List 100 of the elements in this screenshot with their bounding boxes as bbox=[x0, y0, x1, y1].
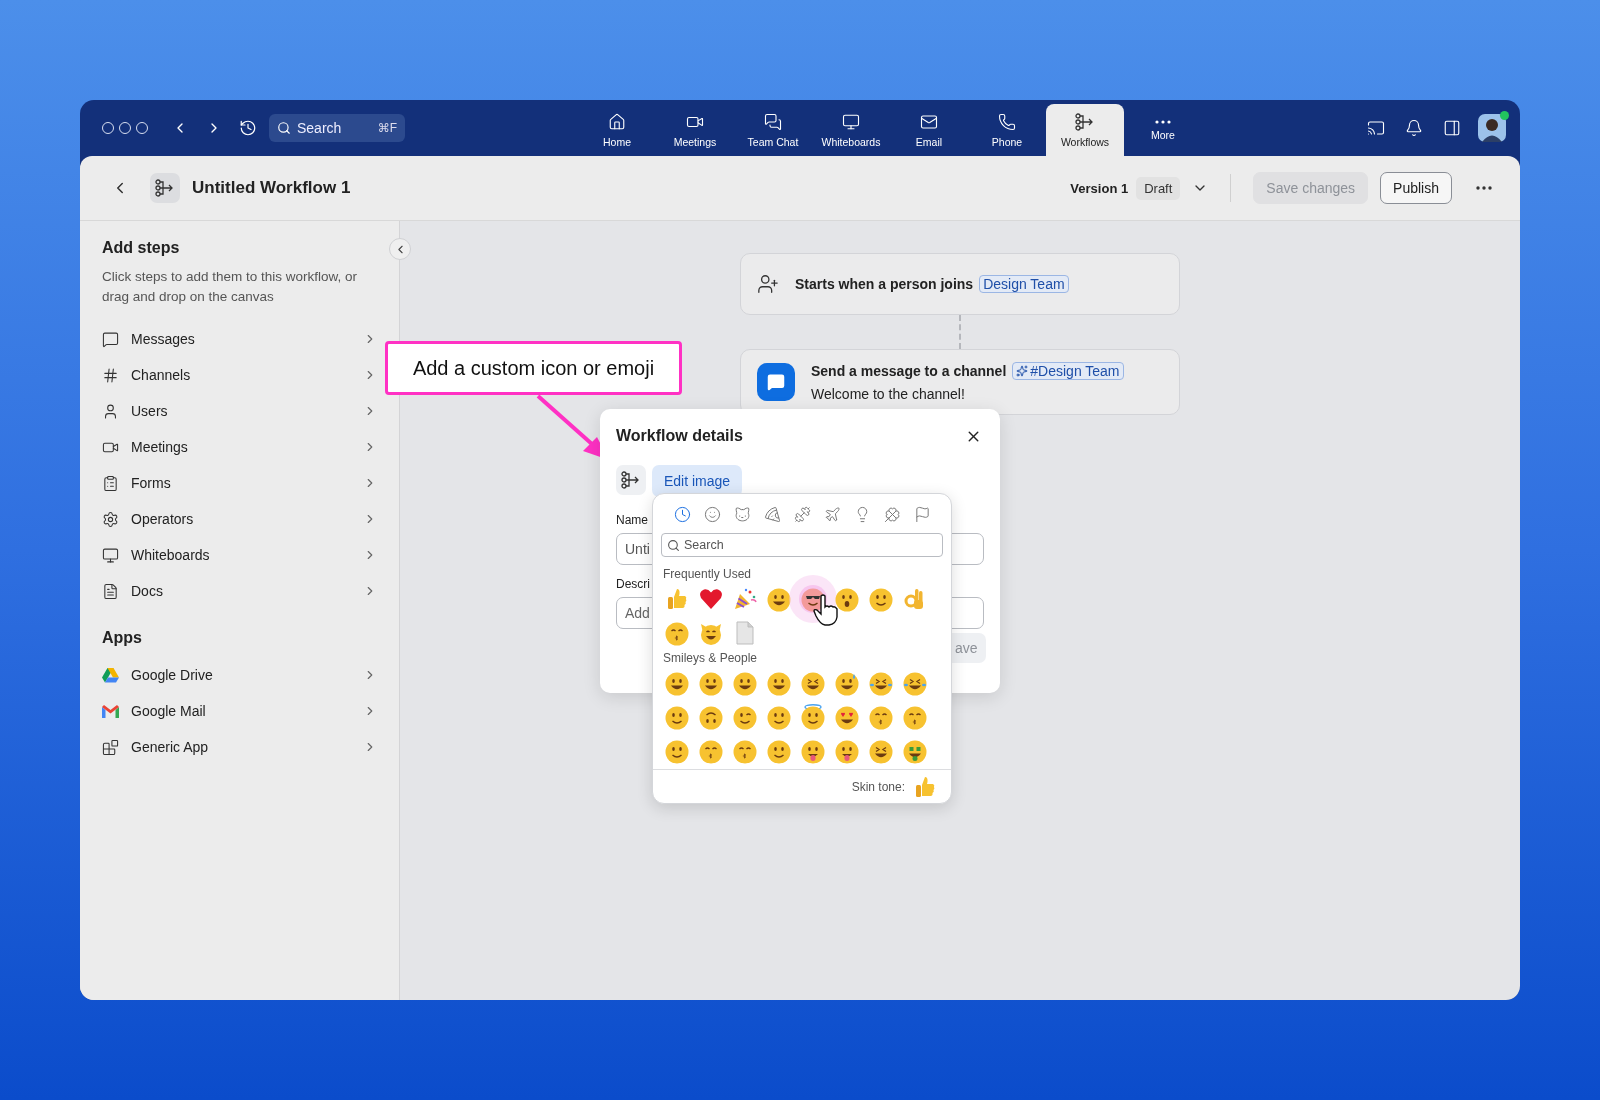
surprised-face-icon bbox=[834, 586, 860, 612]
squinting-face-icon bbox=[868, 738, 894, 764]
step-item[interactable]: Meetings bbox=[131, 439, 351, 455]
emoji-category-tab[interactable] bbox=[822, 504, 842, 524]
kissing-face-icon bbox=[732, 738, 758, 764]
sweat-smile-icon bbox=[834, 670, 860, 696]
heart-eyes-face-icon bbox=[834, 704, 860, 730]
nav-tab[interactable]: Meetings bbox=[656, 104, 734, 156]
skin-tone-label: Skin tone: bbox=[851, 779, 905, 794]
more-icon bbox=[1476, 186, 1492, 190]
workflow-node[interactable]: Starts when a person joins Design Team bbox=[740, 253, 1180, 315]
kissing-face-icon bbox=[698, 738, 724, 764]
squinting-face-icon bbox=[800, 670, 826, 696]
chat-app-icon bbox=[757, 363, 795, 401]
grinning-face-icon bbox=[766, 670, 792, 696]
clock-icon bbox=[673, 505, 691, 523]
version-label: Version 1 bbox=[1070, 180, 1129, 196]
nav-tab[interactable]: Email bbox=[890, 104, 968, 156]
cat-icon bbox=[733, 505, 751, 523]
shortcut-hint: ⌘F bbox=[377, 121, 397, 135]
search-icon bbox=[277, 121, 291, 135]
flow-icon bbox=[155, 179, 175, 197]
nav-tab[interactable]: Team Chat bbox=[734, 104, 812, 156]
nav-tab[interactable]: Phone bbox=[968, 104, 1046, 156]
clover-icon bbox=[883, 505, 901, 523]
field-label: Descri bbox=[616, 577, 650, 591]
nav-tab[interactable]: Whiteboards bbox=[812, 104, 890, 156]
step-item[interactable]: Users bbox=[131, 403, 351, 419]
app-item[interactable]: Generic App bbox=[131, 739, 351, 755]
document-icon bbox=[102, 582, 119, 600]
grinning-face-icon bbox=[766, 586, 792, 612]
phone-icon bbox=[998, 112, 1016, 131]
sidebar-title: Add steps bbox=[102, 239, 181, 257]
upside-down-face-icon bbox=[698, 704, 724, 730]
sparkles-icon bbox=[1016, 365, 1029, 377]
step-item[interactable]: Whiteboards bbox=[131, 547, 351, 563]
workflow-title: Untitled Workflow 1 bbox=[192, 178, 351, 198]
envelope-icon bbox=[920, 112, 938, 131]
nav-tab[interactable]: Home bbox=[578, 104, 656, 156]
avatar[interactable] bbox=[1478, 114, 1506, 142]
emoji-category-tab[interactable] bbox=[762, 504, 782, 524]
nav-tab[interactable]: More bbox=[1124, 104, 1202, 156]
workflow-node[interactable]: Send a message to a channel #Design Team Welcome to the channel! bbox=[740, 349, 1180, 415]
node-message: Welcome to the channel! bbox=[811, 386, 966, 402]
hash-icon bbox=[102, 366, 119, 384]
sidebar-description: Click steps to add them to this workflow, or drag and drop on the canvas bbox=[102, 268, 359, 306]
emoji-category-tab[interactable] bbox=[732, 504, 752, 524]
apps-heading: Apps bbox=[102, 629, 143, 647]
money-face-icon bbox=[902, 738, 928, 764]
workflow-icon-button[interactable] bbox=[616, 465, 646, 495]
collapse-button[interactable] bbox=[389, 238, 411, 260]
smiling-face-icon bbox=[664, 704, 690, 730]
search-field[interactable]: Search ⌘F bbox=[269, 114, 405, 142]
section-title: Frequently Used bbox=[663, 567, 753, 581]
drive-logo-icon bbox=[102, 667, 119, 683]
emoji-category-tab[interactable] bbox=[792, 504, 812, 524]
hand-cursor-icon bbox=[813, 594, 839, 626]
step-item[interactable]: Channels bbox=[131, 367, 351, 383]
history-icon bbox=[239, 119, 257, 137]
gear-icon bbox=[102, 510, 119, 528]
team-tag: #Design Team bbox=[1012, 362, 1124, 380]
search-icon bbox=[667, 539, 680, 552]
tongue-face-icon bbox=[834, 738, 860, 764]
emoji-category-tab[interactable] bbox=[672, 504, 692, 524]
clipboard-icon bbox=[102, 474, 119, 492]
laughing-tears-icon bbox=[902, 670, 928, 696]
tongue-face-icon bbox=[800, 738, 826, 764]
app-item[interactable]: Google Mail bbox=[131, 703, 351, 719]
search-placeholder: Search bbox=[297, 120, 343, 136]
mail-logo-icon bbox=[102, 704, 119, 718]
dumbbell-icon bbox=[793, 505, 811, 523]
kissing-face-icon bbox=[902, 704, 928, 730]
callout: Add a custom icon or emoji bbox=[385, 341, 682, 395]
emoji-search-field[interactable]: Search bbox=[661, 533, 943, 557]
section-title: Smileys & People bbox=[663, 651, 759, 665]
smiling-face-icon bbox=[766, 738, 792, 764]
monitor-icon bbox=[842, 112, 860, 131]
grinning-face-icon bbox=[732, 670, 758, 696]
halo-face-icon bbox=[800, 704, 826, 730]
step-item[interactable]: Operators bbox=[131, 511, 351, 527]
app-item[interactable]: Google Drive bbox=[131, 667, 351, 683]
winking-face-icon bbox=[732, 704, 758, 730]
kissing-face-icon bbox=[664, 620, 690, 646]
more-icon bbox=[1155, 119, 1171, 124]
grinning-face-icon bbox=[664, 670, 690, 696]
step-item[interactable]: Forms bbox=[131, 475, 351, 491]
flag-icon bbox=[913, 505, 931, 523]
person-icon bbox=[102, 402, 119, 420]
app-blocks-icon bbox=[102, 738, 119, 756]
step-item[interactable]: Docs bbox=[131, 583, 351, 599]
nav-tab[interactable]: Workflows bbox=[1046, 104, 1124, 156]
emoji-category-tab[interactable] bbox=[702, 504, 722, 524]
status-chip: Draft bbox=[1136, 176, 1181, 200]
step-item[interactable]: Messages bbox=[131, 331, 351, 347]
kissing-face-icon bbox=[868, 704, 894, 730]
flow-icon bbox=[621, 471, 641, 489]
monitor-icon bbox=[102, 546, 119, 564]
smiling-face-icon bbox=[664, 738, 690, 764]
field-label: Name bbox=[616, 513, 648, 527]
publish-button[interactable]: Publish bbox=[1380, 172, 1452, 204]
